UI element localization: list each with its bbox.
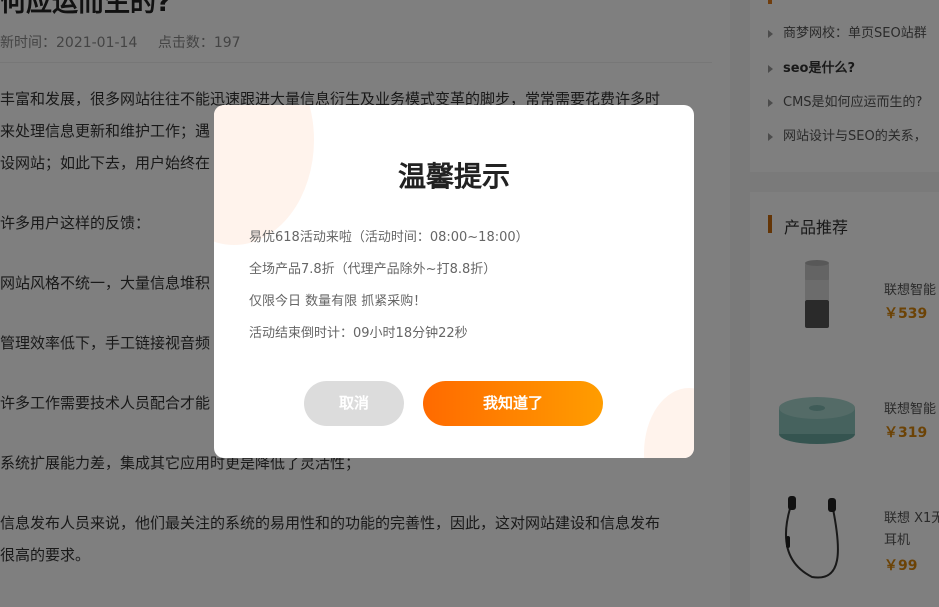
promo-modal: 温馨提示 易优618活动来啦（活动时间：08:00~18:00） 全场产品7.8… <box>214 105 694 458</box>
cancel-button[interactable]: 取消 <box>304 381 404 426</box>
acknowledge-button[interactable]: 我知道了 <box>423 381 603 426</box>
countdown-line: 活动结束倒时计：09小时18分钟22秒 <box>249 326 468 341</box>
modal-title: 温馨提示 <box>397 160 510 193</box>
promo-line: 易优618活动来啦（活动时间：08:00~18:00） <box>249 230 529 245</box>
promo-line: 仅限今日 数量有限 抓紧采购！ <box>249 294 427 309</box>
decoration-circle <box>644 388 694 458</box>
promo-line: 全场产品7.8折（代理产品除外~打8.8折） <box>249 262 497 277</box>
